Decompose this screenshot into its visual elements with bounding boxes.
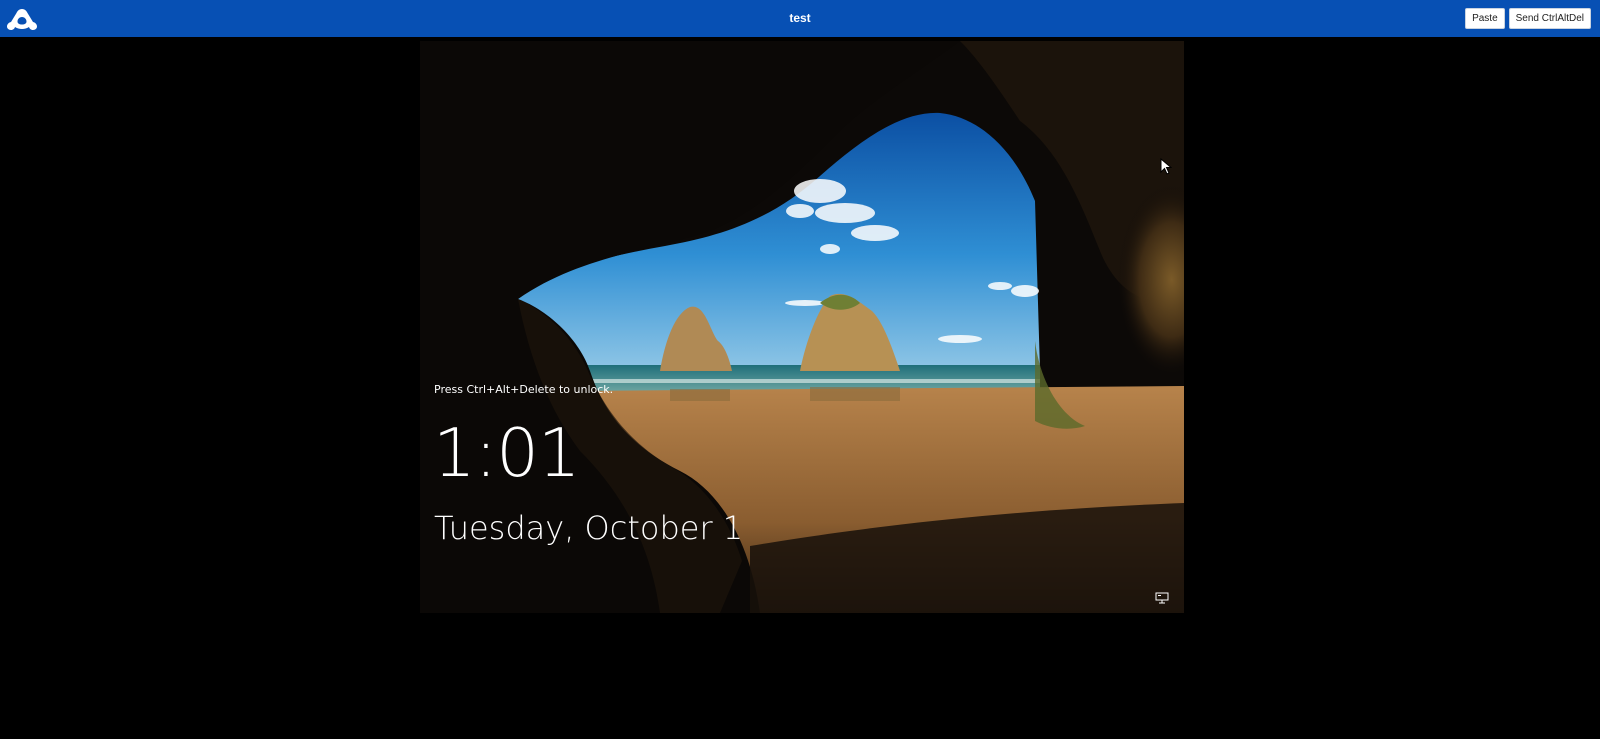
unlock-hint: Press Ctrl+Alt+Delete to unlock.: [434, 383, 614, 396]
send-ctrl-alt-del-button[interactable]: Send CtrlAltDel: [1508, 8, 1591, 29]
mouse-cursor-icon: [1160, 158, 1172, 175]
top-bar: test Paste Send CtrlAltDel: [0, 0, 1600, 37]
window-title: test: [789, 11, 811, 25]
toolbar: Paste Send CtrlAltDel: [1465, 8, 1591, 29]
network-icon[interactable]: [1155, 592, 1169, 604]
app-logo-icon[interactable]: [7, 8, 37, 30]
paste-button[interactable]: Paste: [1465, 8, 1505, 29]
remote-desktop-view[interactable]: Press Ctrl+Alt+Delete to unlock. 1:01 Tu…: [420, 41, 1184, 613]
lock-date: Tuesday, October 1: [434, 509, 744, 547]
lock-clock: 1:01: [433, 414, 580, 492]
